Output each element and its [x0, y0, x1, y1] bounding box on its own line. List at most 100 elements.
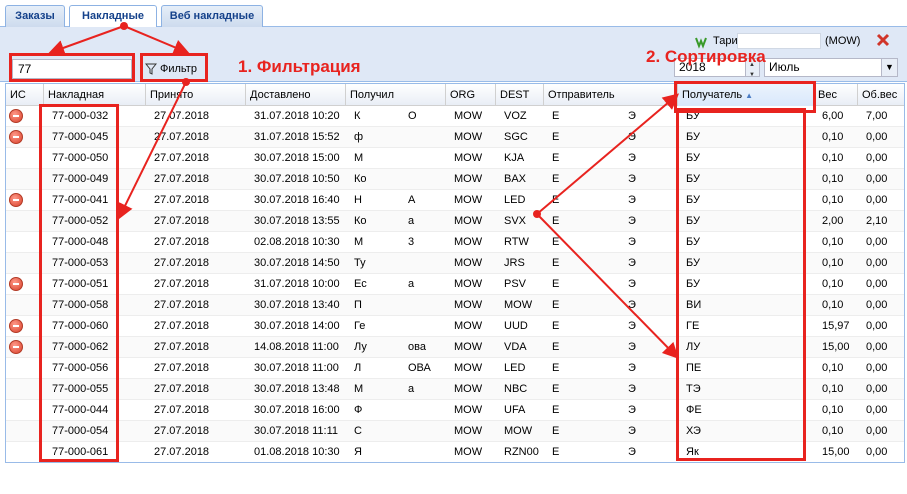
cell-accepted: 27.07.2018 [154, 173, 210, 185]
cell-received-by-tail [404, 148, 444, 169]
cell-received-by: ф [354, 131, 364, 143]
cell-dest: SVX [504, 215, 527, 227]
cell-dest: UFA [504, 404, 526, 416]
cell-weight: 0,10 [822, 236, 844, 248]
cell-vol-weight: 0,00 [866, 194, 888, 206]
cell-weight: 0,10 [822, 173, 844, 185]
cell-sender-tail: Э [628, 383, 636, 395]
cell-delivered: 31.07.2018 15:52 [254, 131, 340, 143]
col-org[interactable]: ORG [446, 84, 496, 106]
annotation-box-search [9, 53, 135, 82]
cell-delivered: 30.07.2018 15:00 [254, 152, 340, 164]
tab-orders[interactable]: Заказы [5, 5, 65, 27]
tab-bar: Заказы Накладные Веб накладные [0, 0, 907, 28]
cell-accepted: 27.07.2018 [154, 110, 210, 122]
cell-accepted: 27.07.2018 [154, 362, 210, 374]
cell-accepted: 27.07.2018 [154, 131, 210, 143]
cell-received-by: Лу [354, 341, 367, 353]
cell-accepted: 27.07.2018 [154, 320, 210, 332]
cell-received-by-tail: ОВА [408, 362, 431, 374]
cell-sender: Е [552, 194, 560, 206]
cell-vol-weight: 0,00 [866, 152, 888, 164]
cell-vol-weight: 0,00 [866, 236, 888, 248]
cell-delivered: 14.08.2018 11:00 [254, 341, 339, 353]
cell-org: MOW [454, 152, 483, 164]
cell-received-by: Л [354, 362, 362, 374]
cell-dest: MOW [504, 299, 533, 311]
cell-org: MOW [454, 194, 483, 206]
cell-received-by: Я [354, 446, 362, 458]
col-delivered[interactable]: Доставлено [246, 84, 346, 106]
cell-accepted: 27.07.2018 [154, 194, 210, 206]
cell-accepted: 27.07.2018 [154, 383, 210, 395]
cell-weight: 0,10 [822, 194, 844, 206]
cell-weight: 6,00 [822, 110, 844, 122]
cell-received-by: Ко [354, 215, 367, 227]
col-waybill[interactable]: Накладная [44, 84, 146, 106]
cell-sender-tail: Э [628, 236, 636, 248]
cell-received-by-tail [404, 316, 444, 337]
cell-sender-tail: Э [628, 446, 636, 458]
cell-vol-weight: 0,00 [866, 173, 888, 185]
cell-sender-tail: Э [628, 278, 636, 290]
month-select[interactable]: Июль ▼ [764, 58, 898, 77]
tab-web-waybills[interactable]: Веб накладные [161, 5, 263, 27]
col-accepted[interactable]: Принято [146, 84, 246, 106]
cell-vol-weight: 0,00 [866, 299, 888, 311]
cell-accepted: 27.07.2018 [154, 257, 210, 269]
cell-received-by-tail: А [408, 194, 416, 206]
col-ic[interactable]: ИС [6, 84, 44, 106]
cell-delivered: 30.07.2018 11:00 [254, 362, 339, 374]
col-dest[interactable]: DEST [496, 84, 544, 106]
cell-dest: PSV [504, 278, 527, 290]
cell-accepted: 27.07.2018 [154, 341, 210, 353]
cell-received-by: Ту [354, 257, 366, 269]
cell-received-by-tail [404, 295, 444, 316]
cell-dest: NBC [504, 383, 528, 395]
cell-received-by-tail: 3 [408, 236, 415, 248]
cell-dest: MOW [504, 425, 533, 437]
cell-sender: Е [552, 236, 560, 248]
cell-sender: Е [552, 446, 560, 458]
tab-waybills[interactable]: Накладные [69, 5, 157, 28]
cell-vol-weight: 0,00 [866, 320, 888, 332]
cell-vol-weight: 0,00 [866, 257, 888, 269]
cell-received-by: Ко [354, 173, 367, 185]
month-value: Июль [769, 60, 800, 74]
cell-dest: SGC [504, 131, 528, 143]
cell-dest: BAX [504, 173, 527, 185]
cell-vol-weight: 0,00 [866, 404, 888, 416]
close-icon[interactable] [876, 33, 890, 47]
annotation-box-waybill-column [39, 104, 119, 462]
cell-delivered: 31.07.2018 10:20 [254, 110, 340, 122]
col-sender[interactable]: Отправитель [544, 84, 678, 106]
cell-org: MOW [454, 404, 483, 416]
cell-dest: RTW [504, 236, 529, 248]
cell-received-by-tail: а [408, 383, 415, 395]
cell-weight: 0,10 [822, 383, 844, 395]
cell-weight: 15,00 [822, 446, 850, 458]
cell-received-by-tail [404, 253, 444, 274]
cell-vol-weight: 0,00 [866, 278, 888, 290]
cell-sender-tail: Э [628, 299, 636, 311]
annotation-sorting: 2. Сортировка [646, 47, 766, 66]
cell-received-by-tail [404, 127, 444, 148]
cell-delivered: 31.07.2018 10:00 [254, 278, 340, 290]
col-weight[interactable]: Вес [814, 84, 858, 106]
cell-org: MOW [454, 341, 483, 353]
col-received-by[interactable]: Получил [346, 84, 446, 106]
cell-sender-tail: Э [628, 425, 636, 437]
cell-sender-tail: Э [628, 404, 636, 416]
cell-sender-tail: Э [628, 257, 636, 269]
cell-org: MOW [454, 257, 483, 269]
cell-vol-weight: 0,00 [866, 362, 888, 374]
cell-delivered: 30.07.2018 10:50 [254, 173, 340, 185]
cell-delivered: 30.07.2018 11:11 [254, 425, 339, 437]
cell-org: MOW [454, 446, 483, 458]
cell-org: MOW [454, 425, 483, 437]
cell-sender: Е [552, 341, 560, 353]
col-vol-weight[interactable]: Об.вес [858, 84, 904, 106]
cell-dest: UUD [504, 320, 528, 332]
cell-received-by-tail [404, 442, 444, 462]
chevron-down-icon[interactable]: ▼ [881, 59, 897, 76]
